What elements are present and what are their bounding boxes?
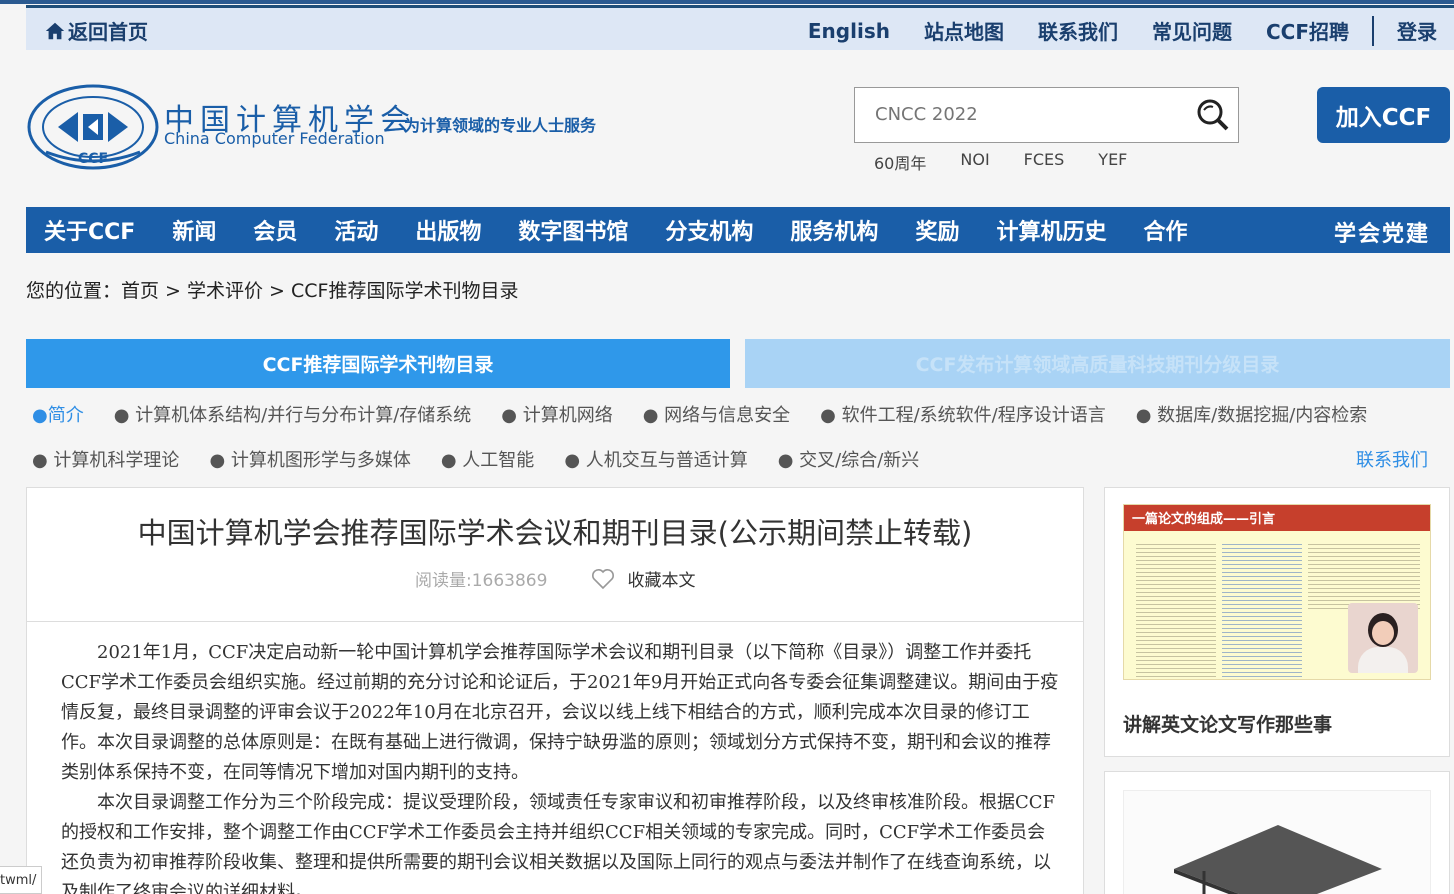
slogan: 为计算领域的专业人士服务 [404,116,597,135]
link-recruit[interactable]: CCF招聘 [1249,16,1366,45]
article-panel: 中国计算机学会推荐国际学术会议和期刊目录(公示期间禁止转载) 阅读量:16638… [26,487,1084,894]
nav-service[interactable]: 服务机构 [790,214,878,246]
category-software[interactable]: ● 软件工程/系统软件/程序设计语言 [820,401,1106,427]
graduation-cap-icon [1174,825,1382,894]
logo-english-name: China Computer Federation [164,129,385,148]
category-hci[interactable]: ● 人机交互与普适计算 [564,446,747,472]
favorite-button[interactable]: 收藏本文 [627,566,695,591]
nav-events[interactable]: 活动 [334,214,378,246]
login-link[interactable]: 登录 [1380,16,1454,45]
divider [1372,15,1374,46]
tab-ccf-journal-list[interactable]: CCF推荐国际学术刊物目录 [26,339,730,388]
article-body: 2021年1月，CCF决定启动新一轮中国计算机学会推荐国际学术会议和期刊目录（以… [61,638,1061,894]
breadcrumb: 您的位置：首页 > 学术评价 > CCF推荐国际学术刊物目录 [26,280,519,302]
top-utility-bar: 返回首页 English 站点地图 联系我们 常见问题 CCF招聘 登录 [26,5,1454,50]
category-database[interactable]: ● 数据库/数据挖掘/内容检索 [1136,401,1368,427]
category-security[interactable]: ● 网络与信息安全 [643,401,790,427]
category-row-1: ●简介 ● 计算机体系结构/并行与分布计算/存储系统 ● 计算机网络 ● 网络与… [32,401,1397,427]
read-count: 阅读量:1663869 [415,571,548,591]
category-row-2: ● 计算机科学理论 ● 计算机图形学与多媒体 ● 人工智能 ● 人机交互与普适计… [32,446,949,472]
home-link[interactable]: 返回首页 [44,16,148,45]
nav-branches[interactable]: 分支机构 [665,214,753,246]
search-box [854,87,1239,143]
main-nav: 关于CCF 新闻 会员 活动 出版物 数字图书馆 分支机构 服务机构 奖励 计算… [26,207,1450,253]
nav-about[interactable]: 关于CCF [44,214,135,246]
nav-digital-library[interactable]: 数字图书馆 [518,214,628,246]
link-faq[interactable]: 常见问题 [1135,16,1249,45]
quick-link-noi[interactable]: NOI [960,150,989,174]
tab-graded-journal-list[interactable]: CCF发布计算领域高质量科技期刊分级目录 [745,339,1450,388]
search-icon[interactable] [1194,96,1232,134]
top-accent-line [0,0,1454,4]
graduation-cap-image [1123,790,1431,894]
nav-publications[interactable]: 出版物 [415,214,481,246]
quick-link-60th[interactable]: 60周年 [874,150,926,174]
nav-party[interactable]: 学会党建 [1334,216,1430,248]
contact-us-link[interactable]: 联系我们 [1356,446,1428,472]
divider [27,621,1083,622]
sidebar-card-graduation[interactable] [1104,771,1450,894]
url-fragment: twml/ [0,866,42,894]
video-thumbnail[interactable]: 一篇论文的组成——引言 [1123,504,1431,680]
search-input[interactable] [875,104,1175,125]
home-label: 返回首页 [68,20,148,44]
sidebar-card-title[interactable]: 讲解英文论文写作那些事 [1123,710,1332,737]
link-sitemap[interactable]: 站点地图 [907,16,1021,45]
category-theory[interactable]: ● 计算机科学理论 [32,446,179,472]
text-column [1136,541,1216,679]
svg-text:CCF: CCF [78,151,108,167]
category-network[interactable]: ● 计算机网络 [501,401,612,427]
category-graphics[interactable]: ● 计算机图形学与多媒体 [209,446,410,472]
article-paragraph: 2021年1月，CCF决定启动新一轮中国计算机学会推荐国际学术会议和期刊目录（以… [61,642,1059,783]
category-ai[interactable]: ● 人工智能 [441,446,534,472]
article-meta: 阅读量:1663869 收藏本文 [415,566,695,591]
heart-icon[interactable] [591,568,615,590]
house-icon [45,22,65,39]
top-links: English 站点地图 联系我们 常见问题 CCF招聘 登录 [791,8,1454,53]
thumbnail-banner-text: 一篇论文的组成——引言 [1132,512,1276,527]
nav-cooperation[interactable]: 合作 [1143,214,1187,246]
link-contact[interactable]: 联系我们 [1021,16,1135,45]
quick-links: 60周年 NOI FCES YEF [874,150,1161,174]
sidebar-card-writing[interactable]: 一篇论文的组成——引言 讲解英文论文写作那些事 [1104,487,1450,757]
article-paragraph: 本次目录调整工作分为三个阶段完成：提议受理阶段，领域责任专家审议和初审推荐阶段，… [61,792,1056,894]
category-architecture[interactable]: ● 计算机体系结构/并行与分布计算/存储系统 [114,401,472,427]
nav-history[interactable]: 计算机历史 [996,214,1106,246]
category-intro[interactable]: ●简介 [32,401,84,427]
category-interdisciplinary[interactable]: ● 交叉/综合/新兴 [778,446,920,472]
link-english[interactable]: English [791,19,907,43]
figure-column [1222,541,1302,679]
thumbnail-banner: 一篇论文的组成——引言 [1124,505,1430,531]
quick-link-fces[interactable]: FCES [1024,150,1065,174]
article-title: 中国计算机学会推荐国际学术会议和期刊目录(公示期间禁止转载) [137,516,973,550]
quick-link-yef[interactable]: YEF [1098,150,1127,174]
nav-news[interactable]: 新闻 [172,214,216,246]
ccf-logo[interactable]: CCF [26,84,160,170]
join-ccf-button[interactable]: 加入CCF [1317,87,1450,143]
nav-members[interactable]: 会员 [253,214,297,246]
speaker-avatar [1348,603,1418,673]
nav-awards[interactable]: 奖励 [915,214,959,246]
text-column [1308,541,1420,611]
